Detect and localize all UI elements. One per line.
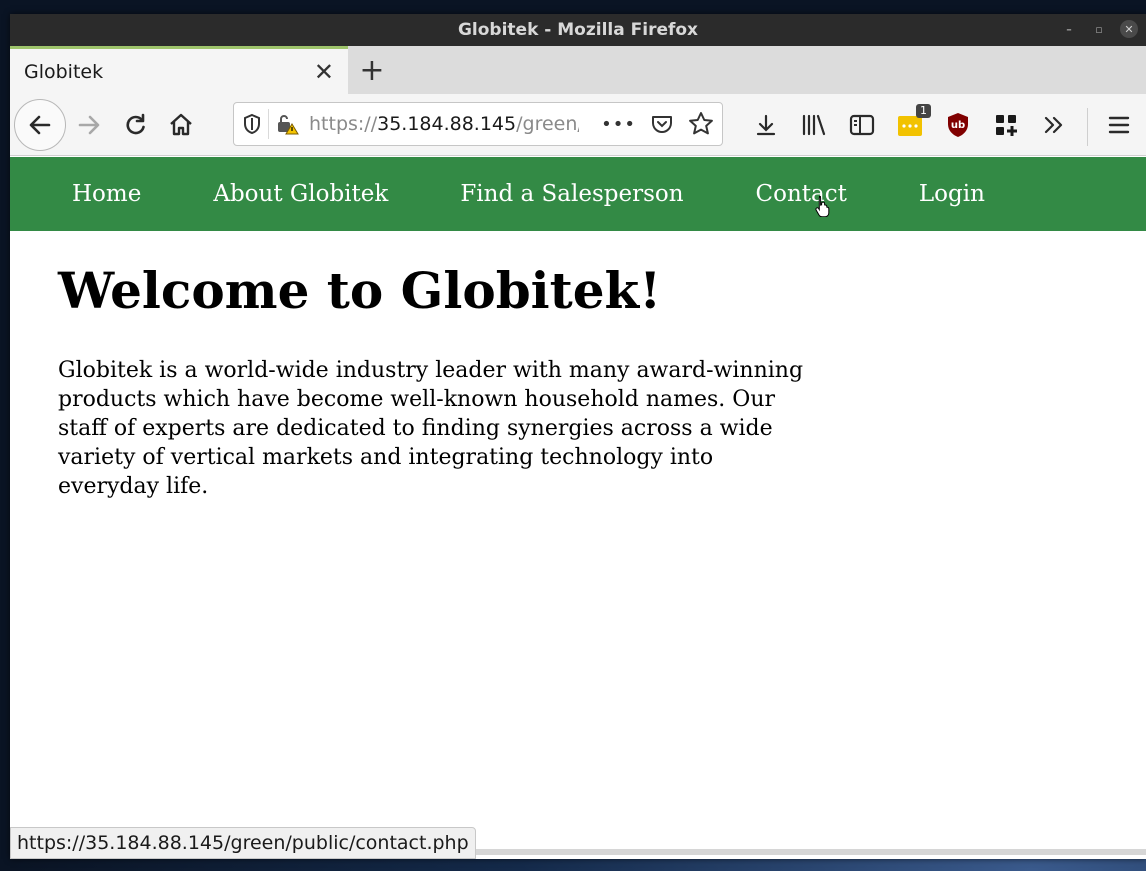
tab-close-icon[interactable]: ✕ <box>314 60 334 84</box>
back-button[interactable] <box>14 98 66 151</box>
title-bar: Globitek - Mozilla Firefox – ▫ ✕ <box>10 14 1146 46</box>
nav-link-about[interactable]: About Globitek <box>177 181 424 207</box>
window-title: Globitek - Mozilla Firefox <box>457 20 699 40</box>
library-icon <box>802 114 826 136</box>
shield-icon[interactable] <box>242 113 262 135</box>
window-controls: – ▫ ✕ <box>1060 20 1138 38</box>
tab-globitek[interactable]: Globitek ✕ <box>10 46 348 94</box>
extension-notes-button[interactable]: 1 <box>889 104 931 146</box>
forward-arrow-icon <box>78 115 100 134</box>
overflow-menu-button[interactable] <box>1033 104 1075 146</box>
url-separator <box>268 109 269 139</box>
ublock-button[interactable]: ub <box>937 104 979 146</box>
nav-link-find-salesperson[interactable]: Find a Salesperson <box>424 181 719 207</box>
pocket-icon[interactable] <box>650 112 674 136</box>
sidebar-button[interactable] <box>841 104 883 146</box>
tab-title: Globitek <box>24 60 104 83</box>
extension-badge: 1 <box>916 104 931 118</box>
url-actions: ••• <box>601 111 714 137</box>
new-tab-button[interactable]: + <box>348 46 396 94</box>
download-icon <box>756 114 776 136</box>
reload-button[interactable] <box>112 102 158 148</box>
page-actions-button[interactable]: ••• <box>601 114 636 135</box>
site-nav: Home About Globitek Find a Salesperson C… <box>10 157 1146 231</box>
url-prefix: https:// <box>309 113 378 135</box>
library-button[interactable] <box>793 104 835 146</box>
maximize-button[interactable]: ▫ <box>1090 20 1108 38</box>
hamburger-icon <box>1108 116 1130 134</box>
home-icon <box>170 113 192 135</box>
toolbar-separator <box>1087 108 1088 146</box>
intro-paragraph: Globitek is a world-wide industry leader… <box>58 358 804 499</box>
status-link-url: https://35.184.88.145/green/public/conta… <box>17 832 469 854</box>
horizontal-scrollbar[interactable] <box>457 849 1146 855</box>
toolbar-icons: 1 ub <box>745 102 1075 148</box>
sidebar-icon <box>849 114 875 136</box>
ublock-shield-icon: ub <box>948 113 968 137</box>
navigation-toolbar: https://35.184.88.145/green/ ••• 1 ub <box>10 94 1146 156</box>
nav-link-login[interactable]: Login <box>883 181 1021 207</box>
status-bar: https://35.184.88.145/green/public/conta… <box>10 827 476 859</box>
apps-extension-button[interactable] <box>985 104 1027 146</box>
svg-text:ub: ub <box>951 120 965 131</box>
url-text[interactable]: https://35.184.88.145/green/ <box>309 113 579 135</box>
browser-window: Globitek - Mozilla Firefox – ▫ ✕ Globite… <box>10 14 1146 859</box>
minimize-button[interactable]: – <box>1060 20 1078 38</box>
url-host: 35.184.88.145 <box>377 113 517 135</box>
close-window-button[interactable]: ✕ <box>1120 20 1138 38</box>
reload-icon <box>126 113 145 134</box>
home-button[interactable] <box>158 102 204 148</box>
url-path: /green/ <box>516 113 579 135</box>
nav-link-home[interactable]: Home <box>36 181 177 207</box>
downloads-button[interactable] <box>745 104 787 146</box>
forward-button[interactable] <box>66 102 112 148</box>
insecure-lock-icon[interactable] <box>275 112 299 136</box>
bookmark-star-icon[interactable] <box>688 111 714 137</box>
chevron-double-right-icon <box>1044 116 1063 134</box>
hand-cursor-icon <box>815 196 830 217</box>
nav-link-contact[interactable]: Contact <box>720 181 883 207</box>
page-content: Home About Globitek Find a Salesperson C… <box>10 157 1146 859</box>
url-bar[interactable]: https://35.184.88.145/green/ ••• <box>233 102 723 146</box>
hamburger-menu-button[interactable] <box>1098 102 1140 148</box>
tab-strip: Globitek ✕ + <box>10 46 1146 94</box>
apps-grid-icon <box>996 115 1017 136</box>
back-arrow-icon <box>29 115 51 134</box>
main-content: Welcome to Globitek! Globitek is a world… <box>10 231 1146 531</box>
page-heading: Welcome to Globitek! <box>58 261 662 320</box>
